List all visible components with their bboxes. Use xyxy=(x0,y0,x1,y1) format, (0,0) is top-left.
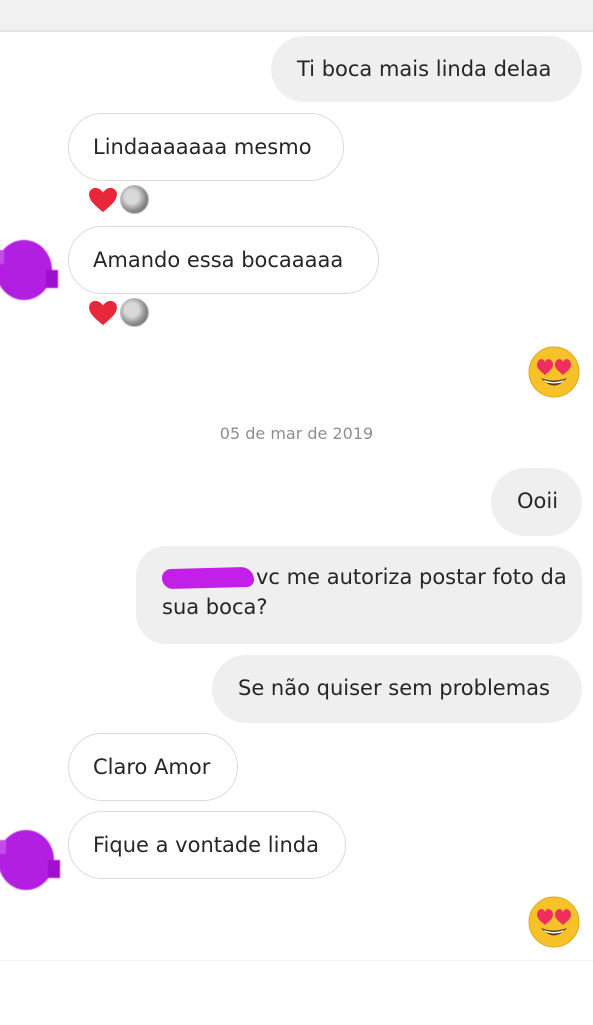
message-reactions[interactable] xyxy=(88,185,158,214)
incoming-message[interactable]: Amando essa bocaaaaa xyxy=(68,226,379,294)
message-text: Fique a vontade linda xyxy=(93,833,319,857)
message-text: Se não quiser sem problemas xyxy=(238,676,550,700)
heart-eyes-emoji[interactable] xyxy=(527,895,581,949)
outgoing-message[interactable]: Ooii xyxy=(491,468,582,536)
heart-icon xyxy=(89,187,117,213)
date-separator: 05 de mar de 2019 xyxy=(219,424,374,443)
outgoing-message[interactable]: Ti boca mais linda delaa xyxy=(271,36,582,102)
message-text: vc me autoriza postar foto da xyxy=(256,565,567,589)
incoming-message[interactable]: Fique a vontade linda xyxy=(68,811,346,879)
incoming-message[interactable]: Lindaaaaaaa mesmo xyxy=(68,113,344,181)
outgoing-message[interactable]: Se não quiser sem problemas xyxy=(212,655,582,723)
reactor-avatar xyxy=(120,298,149,327)
message-text: Amando essa bocaaaaa xyxy=(93,248,344,272)
message-text: Ti boca mais linda delaa xyxy=(297,57,552,81)
composer-area xyxy=(0,960,593,1025)
top-bar xyxy=(0,0,593,32)
message-text: Ooii xyxy=(517,489,559,513)
incoming-message[interactable]: Claro Amor xyxy=(68,733,238,801)
message-text: Lindaaaaaaa mesmo xyxy=(93,135,312,159)
message-line: vc me autoriza postar foto da xyxy=(161,562,567,592)
message-reactions[interactable] xyxy=(88,298,158,327)
heart-eyes-emoji[interactable] xyxy=(527,345,581,399)
reactor-avatar xyxy=(120,185,149,214)
sender-avatar[interactable] xyxy=(0,830,60,890)
sender-avatar[interactable] xyxy=(0,240,58,300)
message-text: sua boca? xyxy=(162,595,268,619)
redacted-mention xyxy=(161,566,255,590)
heart-icon xyxy=(89,300,117,326)
outgoing-message[interactable]: vc me autoriza postar foto da sua boca? xyxy=(136,546,582,644)
message-text: Claro Amor xyxy=(93,755,211,779)
